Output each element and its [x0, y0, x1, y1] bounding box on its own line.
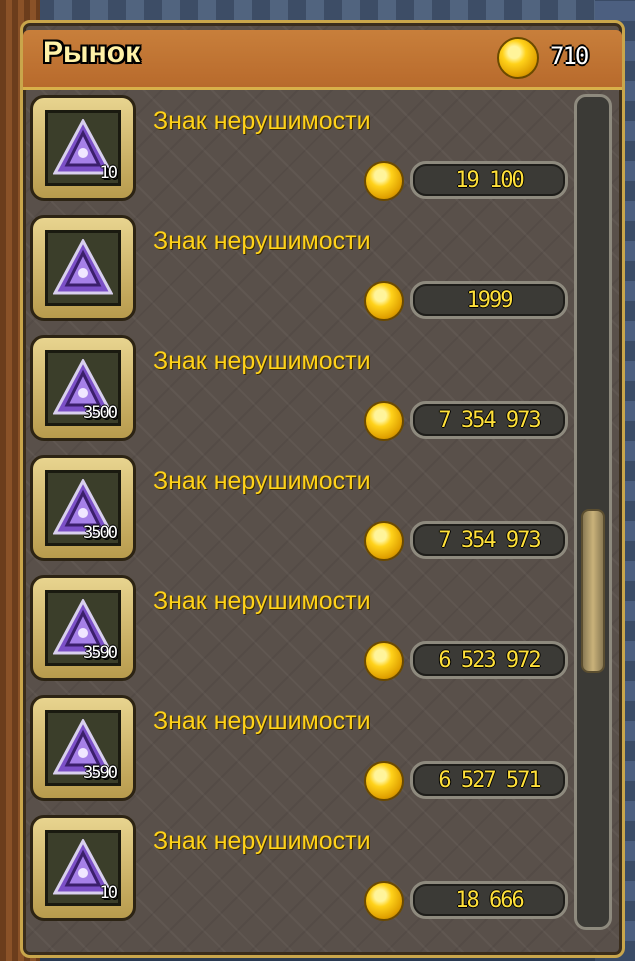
item-slot[interactable]: 3500	[30, 335, 136, 441]
gold-balance: 710	[550, 42, 589, 70]
price-button[interactable]: 7 354 973	[410, 521, 568, 559]
market-listing[interactable]: 3590 Знак нерушимости 6 523 972	[30, 575, 570, 685]
item-quantity: 3590	[83, 643, 118, 663]
gold-coin-icon	[364, 881, 404, 921]
item-frame: 3500	[45, 470, 121, 546]
gold-coin-icon	[364, 401, 404, 441]
gold-coin-icon	[497, 37, 539, 79]
gold-coin-icon	[364, 161, 404, 201]
item-quantity: 10	[99, 883, 118, 903]
item-slot[interactable]	[30, 215, 136, 321]
item-name: Знак нерушимости	[153, 587, 371, 615]
market-listing[interactable]: 3590 Знак нерушимости 6 527 571	[30, 695, 570, 805]
item-quantity: 3500	[83, 403, 118, 423]
item-frame: 10	[45, 830, 121, 906]
item-frame: 3500	[45, 350, 121, 426]
item-quantity: 3500	[83, 523, 118, 543]
item-name: Знак нерушимости	[153, 107, 371, 135]
item-frame: 3590	[45, 710, 121, 786]
gold-coin-icon	[364, 521, 404, 561]
item-frame: 3590	[45, 590, 121, 666]
market-listing[interactable]: 10 Знак нерушимости 18 666	[30, 815, 570, 925]
market-listing[interactable]: 10 Знак нерушимости 19 100	[30, 95, 570, 205]
item-frame	[45, 230, 121, 306]
item-name: Знак нерушимости	[153, 347, 371, 375]
gold-coin-icon	[364, 761, 404, 801]
list-scrollbar[interactable]	[574, 94, 612, 930]
item-name: Знак нерушимости	[153, 467, 371, 495]
item-slot[interactable]: 3500	[30, 455, 136, 561]
item-quantity: 10	[99, 163, 118, 183]
price-button[interactable]: 1999	[410, 281, 568, 319]
item-quantity: 3590	[83, 763, 118, 783]
price-button[interactable]: 19 100	[410, 161, 568, 199]
item-slot[interactable]: 10	[30, 815, 136, 921]
price-button[interactable]: 6 527 571	[410, 761, 568, 799]
page-title: Рынок	[43, 36, 141, 69]
rune-sign-icon	[53, 239, 113, 295]
item-name: Знак нерушимости	[153, 227, 371, 255]
item-name: Знак нерушимости	[153, 707, 371, 735]
price-button[interactable]: 18 666	[410, 881, 568, 919]
gold-coin-icon	[364, 641, 404, 681]
scrollbar-thumb[interactable]	[581, 509, 605, 673]
gold-coin-icon	[364, 281, 404, 321]
item-frame: 10	[45, 110, 121, 186]
market-listing[interactable]: 3500 Знак нерушимости 7 354 973	[30, 455, 570, 565]
item-slot[interactable]: 3590	[30, 695, 136, 801]
price-button[interactable]: 6 523 972	[410, 641, 568, 679]
item-slot[interactable]: 3590	[30, 575, 136, 681]
market-listing[interactable]: 3500 Знак нерушимости 7 354 973	[30, 335, 570, 445]
item-name: Знак нерушимости	[153, 827, 371, 855]
item-slot[interactable]: 10	[30, 95, 136, 201]
market-listing[interactable]: Знак нерушимости 1999	[30, 215, 570, 325]
price-button[interactable]: 7 354 973	[410, 401, 568, 439]
